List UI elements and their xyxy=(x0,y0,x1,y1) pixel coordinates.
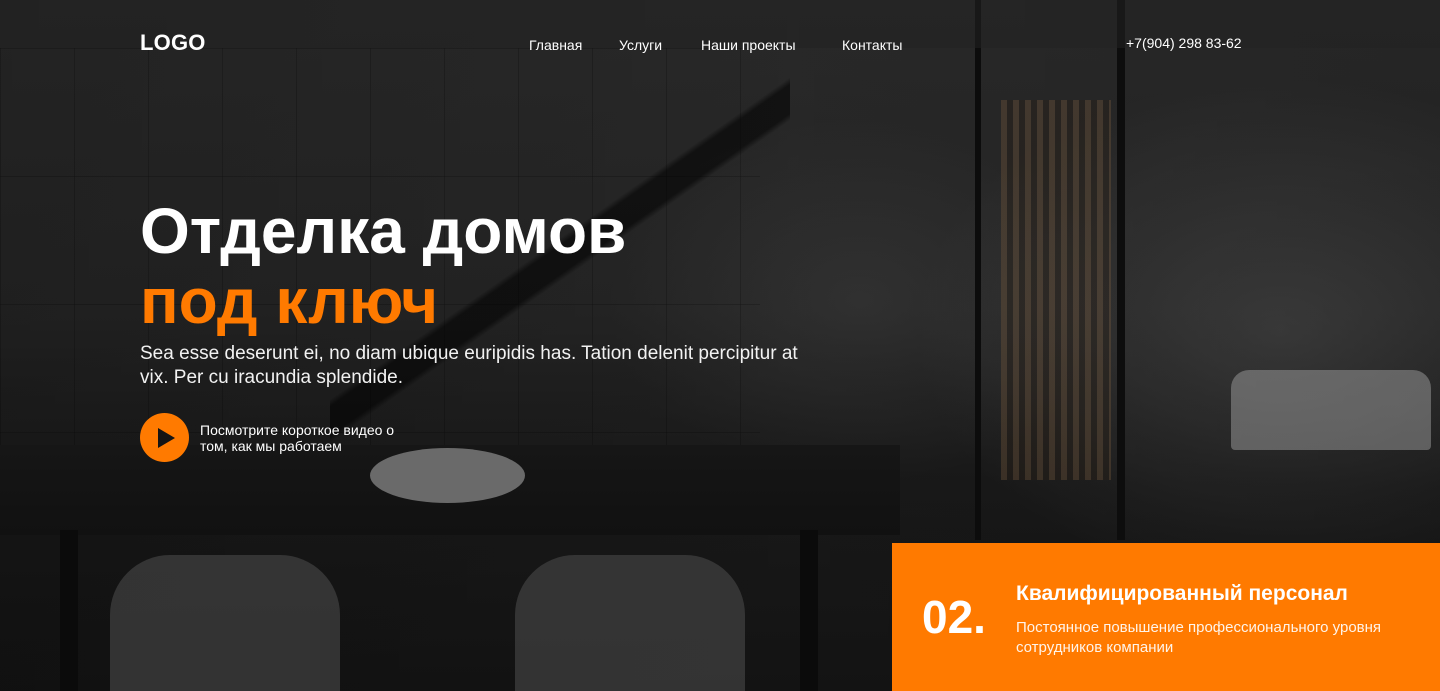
nav-item-home[interactable]: Главная xyxy=(529,37,582,53)
hero-lead: Sea esse deserunt ei, no diam ubique eur… xyxy=(140,343,798,388)
hero-title-main: Отделка домов xyxy=(140,195,627,267)
feature-card: 02. Квалифицированный персонал Постоянно… xyxy=(892,543,1440,691)
chair xyxy=(110,555,340,691)
window-mullion xyxy=(1117,0,1125,540)
feature-description: Постоянное повышение профессионального у… xyxy=(1016,619,1382,656)
feature-number: 02. xyxy=(922,591,986,643)
hero-title-accent: под ключ xyxy=(140,265,439,337)
video-cta[interactable]: Посмотрите короткое видео о том, как мы … xyxy=(140,413,410,462)
wooden-slats xyxy=(1001,100,1111,480)
table-leg xyxy=(60,530,78,691)
table-leg xyxy=(800,530,818,691)
play-button[interactable] xyxy=(140,413,189,462)
dining-table xyxy=(0,445,900,535)
video-cta-text[interactable]: Посмотрите короткое видео о том, как мы … xyxy=(200,422,410,454)
chair xyxy=(515,555,745,691)
glass-wall xyxy=(975,0,1440,540)
play-icon xyxy=(158,427,175,448)
hero-section: LOGO Главная Услуги Наши проекты Контакт… xyxy=(0,0,1440,691)
sofa xyxy=(1231,370,1431,450)
nav-item-projects[interactable]: Наши проекты xyxy=(701,37,796,53)
hero-title: Отделка домов под ключ xyxy=(140,196,626,336)
nav-item-services[interactable]: Услуги xyxy=(619,37,662,53)
feature-title: Квалифицированный персонал xyxy=(1016,582,1348,605)
phone-link[interactable]: +7(904) 298 83-62 xyxy=(1126,35,1242,51)
nav-item-contacts[interactable]: Контакты xyxy=(842,37,902,53)
